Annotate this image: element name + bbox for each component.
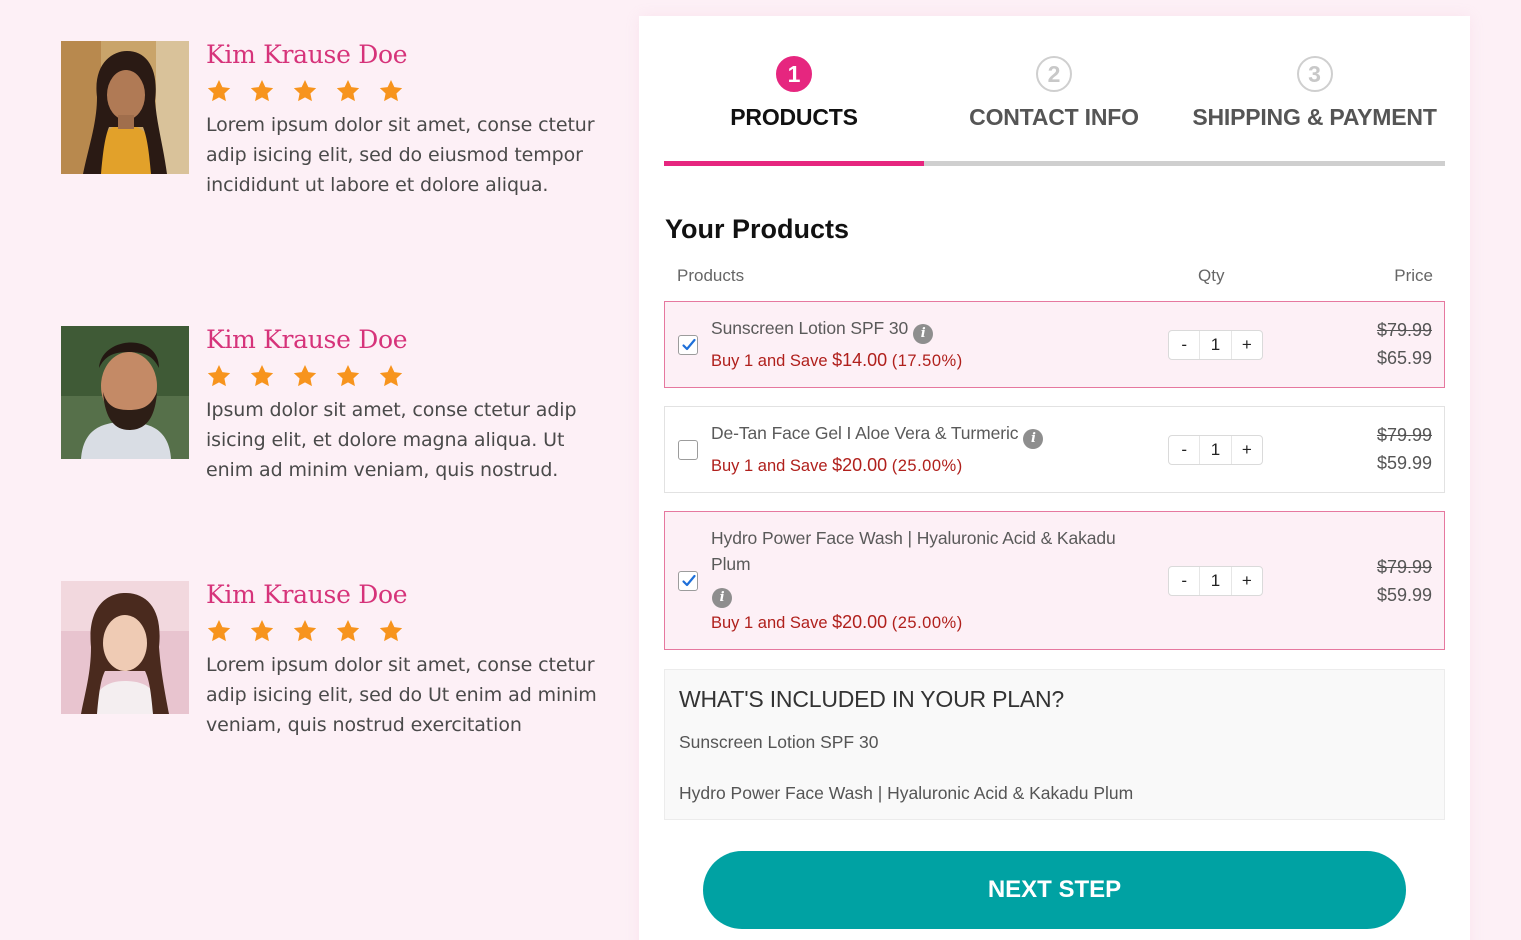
star-icon <box>292 78 318 104</box>
qty-decrease-button[interactable]: - <box>1169 331 1199 359</box>
star-icon <box>378 618 404 644</box>
qty-decrease-button[interactable]: - <box>1169 567 1199 595</box>
star-icon <box>206 78 232 104</box>
qty-value[interactable]: 1 <box>1199 567 1232 595</box>
original-price: $79.99 <box>1376 320 1432 340</box>
step-label: PRODUCTS <box>730 104 858 130</box>
reviewer-photo <box>61 581 189 714</box>
savings-text: Buy 1 and Save $20.00 (25.00%) <box>711 612 963 632</box>
section-title: Your Products <box>665 214 850 244</box>
star-icon <box>335 363 361 389</box>
info-icon[interactable]: i <box>913 324 934 344</box>
reviewer-name: Kim Krause Doe <box>206 325 408 354</box>
original-price: $79.99 <box>1376 557 1432 577</box>
price-block: $79.99 $59.99 <box>1377 421 1432 477</box>
qty-increase-button[interactable]: + <box>1232 331 1262 359</box>
step-contact-info[interactable]: 2 CONTACT INFO <box>924 54 1184 166</box>
step-progress: 1 PRODUCTS 2 CONTACT INFO 3 SHIPPING & P… <box>664 54 1445 166</box>
star-icon <box>206 363 232 389</box>
star-icon <box>292 618 318 644</box>
star-icon <box>249 78 275 104</box>
product-checkbox[interactable] <box>678 440 698 460</box>
star-icon <box>249 618 275 644</box>
check-icon <box>681 573 697 589</box>
product-checkbox[interactable] <box>678 571 698 591</box>
review-text: Lorem ipsum dolor sit amet, conse ctetur… <box>206 114 595 196</box>
star-icon <box>378 78 404 104</box>
star-icon <box>335 78 361 104</box>
next-step-button[interactable]: NEXT STEP <box>703 851 1406 929</box>
savings-text: Buy 1 and Save $14.00 (17.50%) <box>711 350 963 370</box>
plan-heading: WHAT'S INCLUDED IN YOUR PLAN? <box>679 686 1064 712</box>
qty-value[interactable]: 1 <box>1199 436 1232 464</box>
star-icon <box>378 363 404 389</box>
reviewer-photo <box>61 41 189 174</box>
star-icon <box>292 363 318 389</box>
step-indicator-bar <box>924 161 1184 166</box>
price-block: $79.99 $65.99 <box>1377 316 1432 372</box>
original-price: $79.99 <box>1376 425 1432 445</box>
product-name: De-Tan Face Gel I Aloe Vera & Turmeric i <box>711 420 1044 449</box>
column-header-qty: Qty <box>1198 266 1225 285</box>
step-shipping-payment[interactable]: 3 SHIPPING & PAYMENT <box>1184 54 1445 166</box>
step-number: 1 <box>776 56 812 92</box>
quantity-stepper: - 1 + <box>1168 330 1263 360</box>
sale-price: $65.99 <box>1376 348 1432 368</box>
quantity-stepper: - 1 + <box>1168 566 1263 596</box>
reviewer-name: Kim Krause Doe <box>206 580 408 609</box>
step-indicator-bar <box>664 161 924 166</box>
star-icon <box>206 618 232 644</box>
qty-increase-button[interactable]: + <box>1232 436 1262 464</box>
star-rating <box>206 363 616 393</box>
product-row[interactable]: Sunscreen Lotion SPF 30 i Buy 1 and Save … <box>664 301 1445 388</box>
plan-item: Hydro Power Face Wash | Hyaluronic Acid … <box>679 783 1134 803</box>
star-icon <box>335 618 361 644</box>
step-label: SHIPPING & PAYMENT <box>1192 104 1437 130</box>
plan-item: Sunscreen Lotion SPF 30 <box>679 732 879 752</box>
step-label: CONTACT INFO <box>969 104 1139 130</box>
product-row[interactable]: De-Tan Face Gel I Aloe Vera & Turmeric i … <box>664 406 1445 493</box>
qty-value[interactable]: 1 <box>1199 331 1232 359</box>
reviewer-name: Kim Krause Doe <box>206 40 408 69</box>
step-indicator-bar <box>1184 161 1445 166</box>
checkout-card: 1 PRODUCTS 2 CONTACT INFO 3 SHIPPING & P… <box>639 16 1470 940</box>
price-block: $79.99 $59.99 <box>1377 553 1432 609</box>
star-rating <box>206 618 616 648</box>
sale-price: $59.99 <box>1376 585 1432 605</box>
column-header-products: Products <box>677 266 745 285</box>
product-row[interactable]: Hydro Power Face Wash | Hyaluronic Acid … <box>664 511 1445 650</box>
star-rating <box>206 78 616 108</box>
review-text: Ipsum dolor sit amet, conse ctetur adip … <box>206 399 577 481</box>
product-name: Hydro Power Face Wash | Hyaluronic Acid … <box>711 525 1116 608</box>
step-number: 2 <box>1036 56 1072 92</box>
review-text: Lorem ipsum dolor sit amet, conse ctetur… <box>206 654 597 736</box>
product-name: Sunscreen Lotion SPF 30 i <box>711 315 934 344</box>
qty-decrease-button[interactable]: - <box>1169 436 1199 464</box>
sale-price: $59.99 <box>1376 453 1432 473</box>
star-icon <box>249 363 275 389</box>
step-products[interactable]: 1 PRODUCTS <box>664 54 924 166</box>
products-table-header: Products Qty Price <box>677 266 1433 288</box>
info-icon[interactable]: i <box>712 588 732 608</box>
qty-increase-button[interactable]: + <box>1232 567 1262 595</box>
savings-text: Buy 1 and Save $20.00 (25.00%) <box>711 455 963 475</box>
quantity-stepper: - 1 + <box>1168 435 1263 465</box>
reviewer-photo <box>61 326 189 459</box>
plan-summary: WHAT'S INCLUDED IN YOUR PLAN? Sunscreen … <box>664 669 1445 820</box>
step-number: 3 <box>1296 56 1333 92</box>
product-checkbox[interactable] <box>678 335 698 355</box>
column-header-price: Price <box>1394 266 1433 285</box>
info-icon[interactable]: i <box>1023 429 1044 449</box>
check-icon <box>681 337 697 353</box>
testimonials-column: Kim Krause Doe Lorem ipsum dolor sit ame… <box>0 0 620 940</box>
